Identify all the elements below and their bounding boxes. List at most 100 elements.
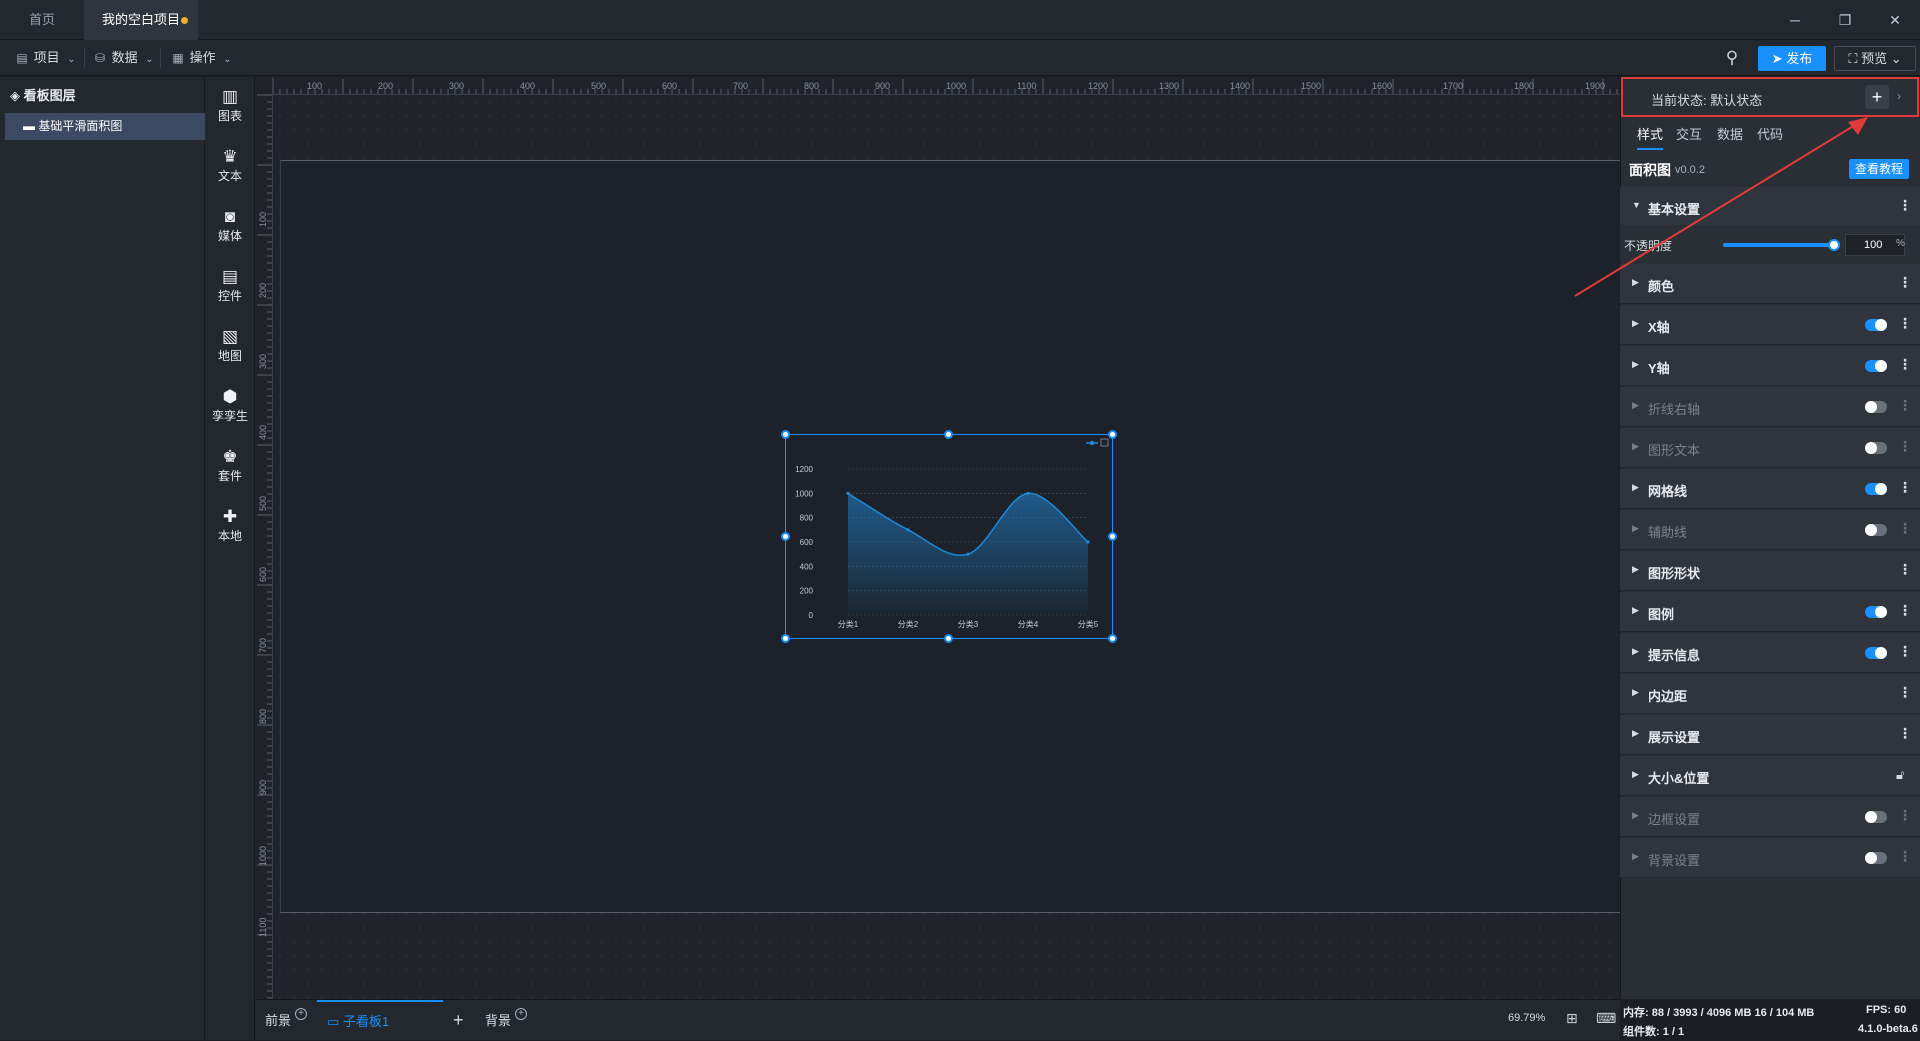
publish-button[interactable]: ➤ 发布 bbox=[1758, 46, 1826, 71]
close-button[interactable]: ✕ bbox=[1870, 0, 1920, 40]
resize-handle-se[interactable] bbox=[1108, 634, 1117, 643]
section-toggle[interactable] bbox=[1865, 360, 1887, 372]
y-tick-label: 1200 bbox=[795, 465, 813, 474]
ruler-label: 900 bbox=[258, 780, 268, 795]
resize-handle-sw[interactable] bbox=[781, 634, 790, 643]
section-header[interactable]: ▶ 大小&位置 🔓︎ bbox=[1620, 756, 1920, 796]
section-toggle[interactable] bbox=[1865, 442, 1887, 454]
area-chart-widget[interactable]: 1200 1000 800 600 400 200 0 分类1 分类2 分类3 分类4 分类5 bbox=[781, 430, 1117, 643]
layers-icon: ◈ bbox=[10, 88, 20, 103]
section-header[interactable]: ▶ 图例 ⋮ bbox=[1620, 592, 1920, 632]
toggle-knob bbox=[1875, 647, 1887, 659]
menu-project[interactable]: ▤ 项目 ⌄ bbox=[8, 40, 75, 76]
more-icon[interactable]: ⋮ bbox=[1898, 643, 1912, 660]
section-header[interactable]: ▶ 边框设置 ⋮ bbox=[1620, 797, 1920, 837]
section-header[interactable]: ▶ 辅助线 ⋮ bbox=[1620, 510, 1920, 550]
menu-data[interactable]: ⛁ 数据 ⌄ bbox=[86, 40, 154, 76]
chevron-down-icon: ⌄ bbox=[1890, 51, 1902, 66]
resize-handle-w[interactable] bbox=[781, 532, 790, 541]
menu-operate[interactable]: ▦ 操作 ⌄ bbox=[164, 40, 231, 76]
more-icon[interactable]: ⋮ bbox=[1898, 315, 1912, 332]
section-toggle[interactable] bbox=[1865, 852, 1887, 864]
section-toggle[interactable] bbox=[1865, 401, 1887, 413]
ruler-label: 1800 bbox=[1514, 81, 1534, 91]
ruler-label: 1900 bbox=[1585, 81, 1605, 91]
add-circle-icon[interactable]: + bbox=[515, 1008, 528, 1020]
section-toggle[interactable] bbox=[1865, 811, 1887, 823]
resize-handle-s[interactable] bbox=[944, 634, 953, 643]
resize-handle-ne[interactable] bbox=[1108, 430, 1117, 439]
section-header[interactable]: ▶ X轴 ⋮ bbox=[1620, 305, 1920, 345]
search-icon[interactable]: ⚲ bbox=[1720, 46, 1744, 70]
section-toggle[interactable] bbox=[1865, 606, 1887, 618]
more-icon[interactable]: ⋮ bbox=[1898, 197, 1912, 214]
restore-button[interactable]: ❐ bbox=[1820, 0, 1870, 40]
add-circle-icon[interactable]: + bbox=[295, 1008, 308, 1020]
more-icon[interactable]: ⋮ bbox=[1898, 356, 1912, 373]
tab-project[interactable]: 我的空白项目 bbox=[84, 0, 198, 40]
section-header[interactable]: ▶ 折线右轴 ⋮ bbox=[1620, 387, 1920, 427]
ruler-label: 500 bbox=[258, 496, 268, 511]
more-icon[interactable]: ⋮ bbox=[1898, 397, 1912, 414]
fit-screen-icon[interactable]: ⊞ bbox=[1566, 1010, 1578, 1027]
section-toggle[interactable] bbox=[1865, 524, 1887, 536]
x-tick-label: 分类5 bbox=[1078, 619, 1099, 629]
section-header[interactable]: ▶ 图形文本 ⋮ bbox=[1620, 428, 1920, 468]
section-header[interactable]: ▶ Y轴 ⋮ bbox=[1620, 346, 1920, 386]
section-toggle[interactable] bbox=[1865, 647, 1887, 659]
database-icon: ⛁ bbox=[94, 51, 106, 65]
ruler-label: 600 bbox=[258, 567, 268, 582]
more-icon[interactable]: ⋮ bbox=[1898, 807, 1912, 824]
more-icon[interactable]: ⋮ bbox=[1898, 684, 1912, 701]
resize-handle-e[interactable] bbox=[1108, 532, 1117, 541]
caret-right-icon: ▶ bbox=[1632, 728, 1639, 738]
tab-subboard[interactable]: ▭ 子看板1 bbox=[317, 1000, 443, 1041]
resize-handle-nw[interactable] bbox=[781, 430, 790, 439]
section-toggle[interactable] bbox=[1865, 319, 1887, 331]
tab-background[interactable]: 背景 + bbox=[485, 1000, 528, 1041]
memory-status: 内存: 88 / 3993 / 4096 MB 16 / 104 MB bbox=[1623, 1007, 1815, 1019]
keyboard-icon[interactable]: ⌨ bbox=[1596, 1010, 1616, 1027]
palette-item-media[interactable]: ◙ 媒体 bbox=[205, 207, 255, 244]
more-icon[interactable]: ⋮ bbox=[1898, 725, 1912, 742]
section-header[interactable]: ▶ 背景设置 ⋮ bbox=[1620, 838, 1920, 878]
toolbar: ▤ 项目 ⌄ ⛁ 数据 ⌄ ▦ 操作 ⌄ ⚲ ➤ 发布 ⛶ 预览 ⌄ bbox=[0, 40, 1920, 76]
ruler-label: 1500 bbox=[1301, 81, 1321, 91]
more-icon[interactable]: ⋮ bbox=[1898, 602, 1912, 619]
more-icon[interactable]: ⋮ bbox=[1898, 438, 1912, 455]
palette-item-map[interactable]: ▧ 地图 bbox=[205, 327, 255, 364]
palette-item-text[interactable]: ♛ 文本 bbox=[205, 147, 255, 184]
add-state-button[interactable]: + bbox=[1865, 85, 1889, 109]
more-icon[interactable]: ⋮ bbox=[1898, 561, 1912, 578]
toggle-knob bbox=[1865, 401, 1877, 413]
tab-home[interactable]: 首页 bbox=[0, 0, 84, 40]
palette-item-local[interactable]: ✚ 本地 bbox=[205, 507, 255, 544]
add-board-button[interactable]: + bbox=[453, 1000, 464, 1041]
resize-handle-n[interactable] bbox=[944, 430, 953, 439]
palette-item-twin[interactable]: ⬢ 孪孪生 bbox=[205, 387, 255, 424]
section-header[interactable]: ▶ 展示设置 ⋮ bbox=[1620, 715, 1920, 755]
palette-item-chart[interactable]: ▥ 图表 bbox=[205, 87, 255, 124]
lock-icon[interactable]: 🔓︎ bbox=[1896, 767, 1904, 783]
more-icon[interactable]: ⋮ bbox=[1898, 848, 1912, 865]
layer-item[interactable]: ▬ 基础平滑面积图 bbox=[5, 113, 205, 140]
section-label: 背景设置 bbox=[1648, 853, 1701, 868]
tab-foreground[interactable]: 前景 + bbox=[265, 1000, 308, 1041]
more-icon[interactable]: ⋮ bbox=[1898, 479, 1912, 496]
section-header[interactable]: ▶ 图形形状 ⋮ bbox=[1620, 551, 1920, 591]
palette-item-control[interactable]: ▤ 控件 bbox=[205, 267, 255, 304]
more-icon[interactable]: ⋮ bbox=[1898, 274, 1912, 291]
current-state-label: 当前状态: 默认状态 bbox=[1651, 93, 1763, 108]
palette-item-kit[interactable]: ♚ 套件 bbox=[205, 447, 255, 484]
preview-button[interactable]: ⛶ 预览 ⌄ bbox=[1834, 46, 1916, 71]
section-header[interactable]: ▶ 网格线 ⋮ bbox=[1620, 469, 1920, 509]
more-icon[interactable]: ⋮ bbox=[1898, 520, 1912, 537]
chevron-right-icon[interactable]: › bbox=[1897, 89, 1901, 103]
legend-marker bbox=[1089, 440, 1095, 446]
minimize-button[interactable]: ─ bbox=[1770, 0, 1820, 40]
section-toggle[interactable] bbox=[1865, 483, 1887, 495]
section-header[interactable]: ▶ 提示信息 ⋮ bbox=[1620, 633, 1920, 673]
section-header[interactable]: ▶ 内边距 ⋮ bbox=[1620, 674, 1920, 714]
zoom-level[interactable]: 69.79% bbox=[1508, 1012, 1545, 1024]
twin-icon: ⬢ bbox=[222, 387, 238, 406]
